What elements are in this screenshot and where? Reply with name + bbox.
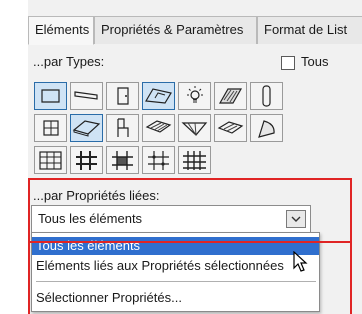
- object-tool-icon: [43, 120, 59, 136]
- chevron-down-icon: [291, 216, 301, 222]
- junction-tool-toggle[interactable]: [142, 146, 175, 174]
- mouse-cursor-icon: [293, 251, 308, 272]
- chair-tool-toggle[interactable]: [106, 114, 139, 142]
- by-types-label: ...par Types:: [33, 54, 105, 69]
- slab-tool-toggle[interactable]: [70, 114, 103, 142]
- lamp-tool-icon: [187, 86, 203, 103]
- beam-tool-icon: [74, 91, 98, 100]
- lamp-tool-toggle[interactable]: [178, 82, 211, 110]
- frame-tool-toggle[interactable]: [70, 146, 103, 174]
- tab-elements[interactable]: Eléments: [28, 16, 94, 45]
- column-tool-icon: [262, 85, 271, 107]
- window-tool-toggle[interactable]: [142, 82, 175, 110]
- morph-tool-icon: [217, 121, 244, 134]
- stair-tool-toggle[interactable]: [142, 114, 175, 142]
- panel-tool-icon: [112, 151, 133, 170]
- stair-tool-icon: [145, 120, 172, 133]
- curtain-wall-tool-icon: [39, 151, 62, 170]
- chair-tool-icon: [117, 118, 129, 137]
- panel-tool-toggle[interactable]: [106, 146, 139, 174]
- dropdown-separator: [36, 281, 316, 282]
- window-tool-icon: [145, 88, 172, 104]
- door-tool-toggle[interactable]: [106, 82, 139, 110]
- slab-tool-icon: [72, 120, 101, 137]
- shell-tool-toggle[interactable]: [250, 114, 283, 142]
- mesh-tool-toggle[interactable]: [178, 114, 211, 142]
- linked-properties-select[interactable]: Tous les éléments: [31, 205, 311, 233]
- shell-tool-icon: [258, 120, 275, 138]
- column-tool-toggle[interactable]: [250, 82, 283, 110]
- object-tool-toggle[interactable]: [34, 114, 67, 142]
- junction-tool-icon: [148, 151, 169, 170]
- roof-tool-icon: [218, 88, 243, 104]
- tab-bar: Eléments Propriétés & Paramètres Format …: [28, 16, 362, 45]
- accessory-tool-icon: [183, 151, 206, 170]
- linked-properties-dropdown: Tous les éléments Eléments liés aux Prop…: [31, 232, 320, 312]
- morph-tool-toggle[interactable]: [214, 114, 247, 142]
- dropdown-arrow-button[interactable]: [286, 210, 306, 228]
- dropdown-option-select-properties[interactable]: Sélectionner Propriétés...: [32, 289, 319, 307]
- dropdown-option-linked[interactable]: Eléments liés aux Propriétés sélectionné…: [32, 257, 319, 275]
- all-types-checkbox[interactable]: [281, 56, 295, 70]
- all-types-label: Tous: [301, 54, 329, 69]
- door-tool-icon: [117, 87, 129, 105]
- dropdown-option-all[interactable]: Tous les éléments: [32, 237, 319, 255]
- wall-tool-toggle[interactable]: [34, 82, 67, 110]
- wall-tool-icon: [41, 89, 60, 103]
- frame-tool-icon: [76, 151, 97, 170]
- roof-tool-toggle[interactable]: [214, 82, 247, 110]
- mesh-tool-icon: [181, 122, 208, 136]
- beam-tool-toggle[interactable]: [70, 82, 103, 110]
- tab-list-format[interactable]: Format de List: [257, 16, 362, 44]
- by-linked-properties-label: ...par Propriétés liées:: [33, 188, 160, 203]
- accessory-tool-toggle[interactable]: [178, 146, 211, 174]
- curtain-wall-tool-toggle[interactable]: [34, 146, 67, 174]
- select-value: Tous les éléments: [38, 211, 143, 226]
- tab-properties-parameters[interactable]: Propriétés & Paramètres: [94, 16, 257, 44]
